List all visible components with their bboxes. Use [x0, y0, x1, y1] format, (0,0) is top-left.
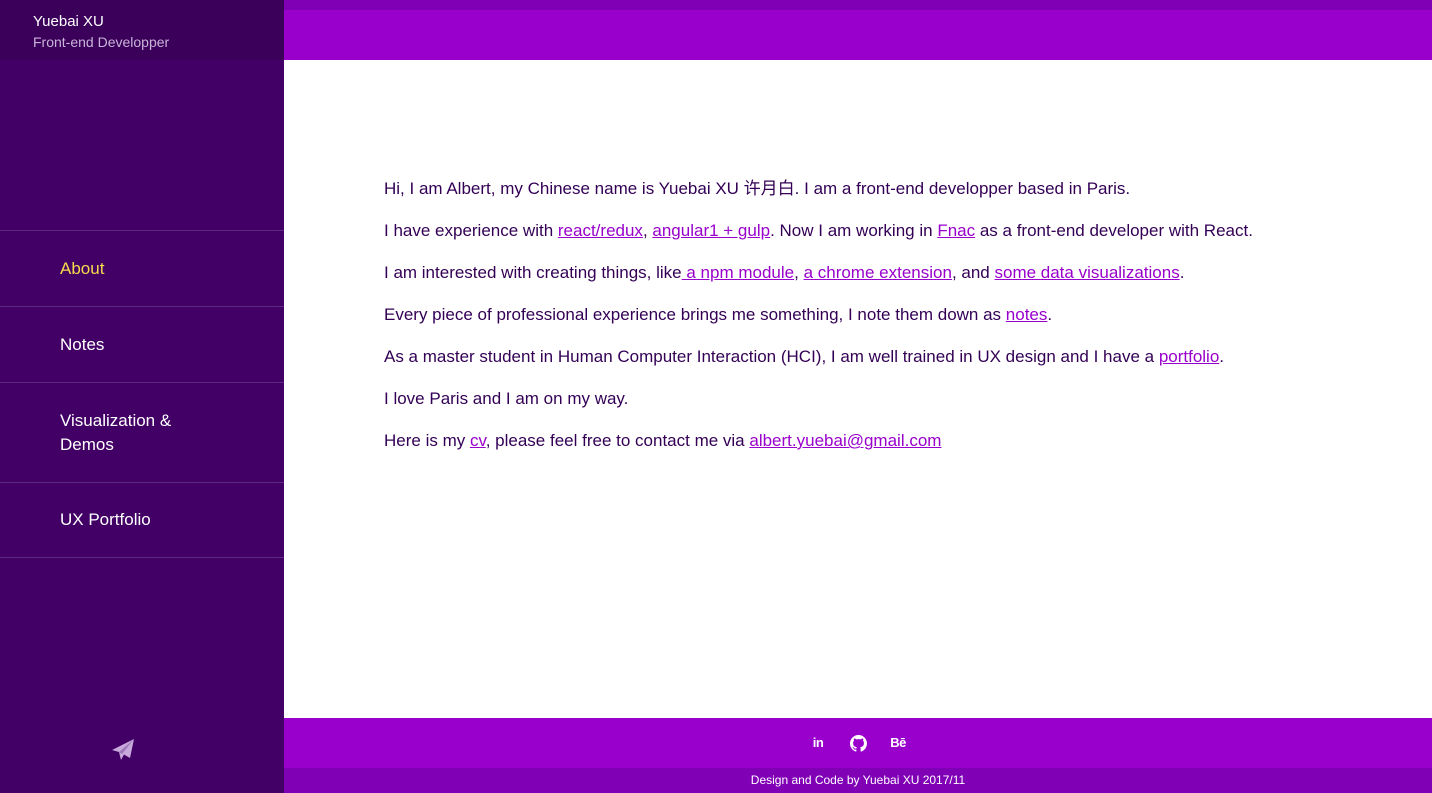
npm-module-link[interactable]: a npm module [682, 263, 794, 282]
fnac-link[interactable]: Fnac [937, 221, 975, 240]
github-icon-svg [849, 734, 867, 752]
text-segment: as a front-end developer with React. [975, 221, 1253, 240]
portfolio-paragraph: As a master student in Human Computer In… [384, 345, 1344, 369]
text-segment: I have experience with [384, 221, 558, 240]
experience-paragraph: I have experience with react/redux, angu… [384, 219, 1344, 243]
text-segment: As a master student in Human Computer In… [384, 347, 1159, 366]
behance-icon[interactable]: Bē [889, 734, 907, 752]
sidebar-item-label: About [60, 258, 105, 278]
top-bar [284, 0, 1432, 60]
sidebar-item-label: UX Portfolio [60, 510, 151, 529]
linkedin-icon[interactable]: in [809, 734, 827, 752]
contact-paragraph: Here is my cv, please feel free to conta… [384, 429, 1344, 453]
portfolio-link[interactable]: portfolio [1159, 347, 1219, 366]
sidebar-item-about[interactable]: About [0, 230, 284, 306]
email-link[interactable]: albert.yuebai@gmail.com [749, 431, 941, 450]
text-segment: I am interested with creating things, li… [384, 263, 682, 282]
footer: in Bē Design and Code by Yuebai XU 2017/… [284, 718, 1432, 793]
behance-icon-text: Bē [890, 735, 906, 750]
data-visualizations-link[interactable]: some data visualizations [994, 263, 1179, 282]
text-segment: Here is my [384, 431, 470, 450]
text-segment: Every piece of professional experience b… [384, 305, 1006, 324]
sidebar-nav: About Notes Visualization & Demos UX Por… [0, 230, 284, 558]
brand-header: Yuebai XU Front-end Developper [0, 0, 284, 60]
notes-paragraph: Every piece of professional experience b… [384, 303, 1344, 327]
text-segment: . [1219, 347, 1225, 366]
text-segment: . Now I am working in [770, 221, 938, 240]
sidebar: Yuebai XU Front-end Developper About Not… [0, 0, 284, 793]
text-segment: , [642, 221, 653, 240]
sidebar-item-notes[interactable]: Notes [0, 306, 284, 382]
brand-role: Front-end Developper [33, 34, 170, 50]
sidebar-item-label: Visualization & Demos [60, 410, 172, 454]
intro-paragraph: Hi, I am Albert, my Chinese name is Yueb… [384, 179, 1131, 198]
paris-paragraph: I love Paris and I am on my way. [384, 389, 629, 408]
footer-credit: Design and Code by Yuebai XU 2017/11 [284, 768, 1432, 793]
text-segment: , and [951, 263, 995, 282]
brand-name: Yuebai XU [33, 13, 104, 30]
text-segment: . [1047, 305, 1053, 324]
notes-link[interactable]: notes [1006, 305, 1048, 324]
sidebar-item-label: Notes [60, 334, 105, 354]
sidebar-item-visualization-demos[interactable]: Visualization & Demos [0, 382, 284, 482]
linkedin-icon-text: in [812, 735, 824, 750]
about-content: Hi, I am Albert, my Chinese name is Yueb… [384, 177, 1344, 471]
react-redux-link[interactable]: react/redux [558, 221, 643, 240]
text-segment: , [794, 263, 804, 282]
social-links: in Bē [284, 718, 1432, 768]
text-segment: , please feel free to contact me via [485, 431, 750, 450]
interests-paragraph: I am interested with creating things, li… [384, 261, 1344, 285]
sidebar-item-ux-portfolio[interactable]: UX Portfolio [0, 482, 284, 558]
cv-link[interactable]: cv [470, 431, 486, 450]
github-icon[interactable] [849, 734, 867, 752]
angular-gulp-link[interactable]: angular1 + gulp [652, 221, 770, 240]
chrome-extension-link[interactable]: a chrome extension [804, 263, 952, 282]
paper-plane-icon-svg [112, 739, 134, 760]
text-segment: . [1179, 263, 1185, 282]
paper-plane-icon[interactable] [109, 736, 137, 764]
